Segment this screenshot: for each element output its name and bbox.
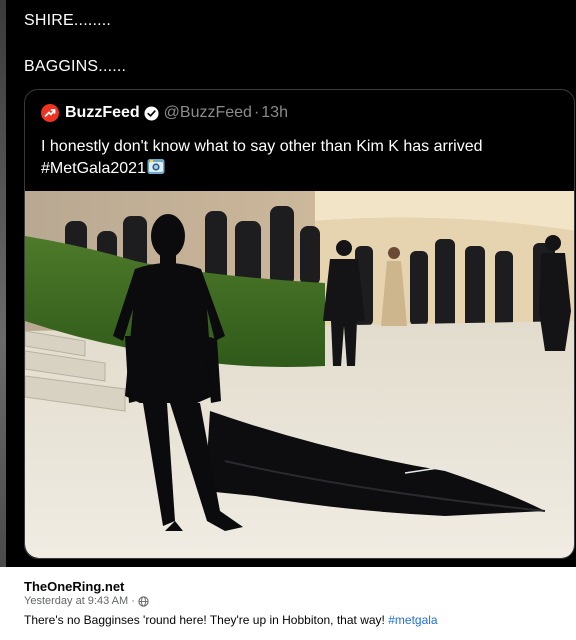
left-edge-strip xyxy=(0,0,6,567)
facebook-post-hashtag[interactable]: #metgala xyxy=(388,613,437,627)
quoted-tweet-card[interactable]: BuzzFeed @BuzzFeed · 13h I honestly don'… xyxy=(24,89,575,559)
tweet-text-line-1: SHIRE........ xyxy=(24,12,112,29)
facebook-post-body: There's no Bagginses 'round here! They'r… xyxy=(24,613,385,627)
quoted-body: I honestly don't know what to say other … xyxy=(41,138,483,155)
dot-separator: · xyxy=(253,104,260,121)
verified-badge-icon xyxy=(144,105,159,121)
camera-with-flash-icon xyxy=(147,158,165,175)
quoted-tweet-text: I honestly don't know what to say other … xyxy=(41,136,561,180)
quoted-tweet-header: BuzzFeed @BuzzFeed · 13h xyxy=(41,104,288,122)
facebook-timestamp[interactable]: Yesterday at 9:43 AM · xyxy=(24,595,135,607)
quoted-author-name[interactable]: BuzzFeed xyxy=(65,104,140,122)
globe-icon xyxy=(138,595,149,607)
quoted-author-handle[interactable]: @BuzzFeed xyxy=(164,104,252,122)
facebook-post-text: There's no Bagginses 'round here! They'r… xyxy=(24,613,438,627)
met-gala-photo[interactable] xyxy=(25,191,574,558)
quoted-hashtag[interactable]: #MetGala2021 xyxy=(41,160,146,177)
facebook-post-meta: Yesterday at 9:43 AM · xyxy=(24,595,149,607)
tweet-text-line-2: BAGGINS...... xyxy=(24,58,127,75)
quoted-timestamp[interactable]: 13h xyxy=(261,104,288,122)
facebook-page-name[interactable]: TheOneRing.net xyxy=(24,579,124,594)
buzzfeed-logo-icon[interactable] xyxy=(41,104,59,122)
